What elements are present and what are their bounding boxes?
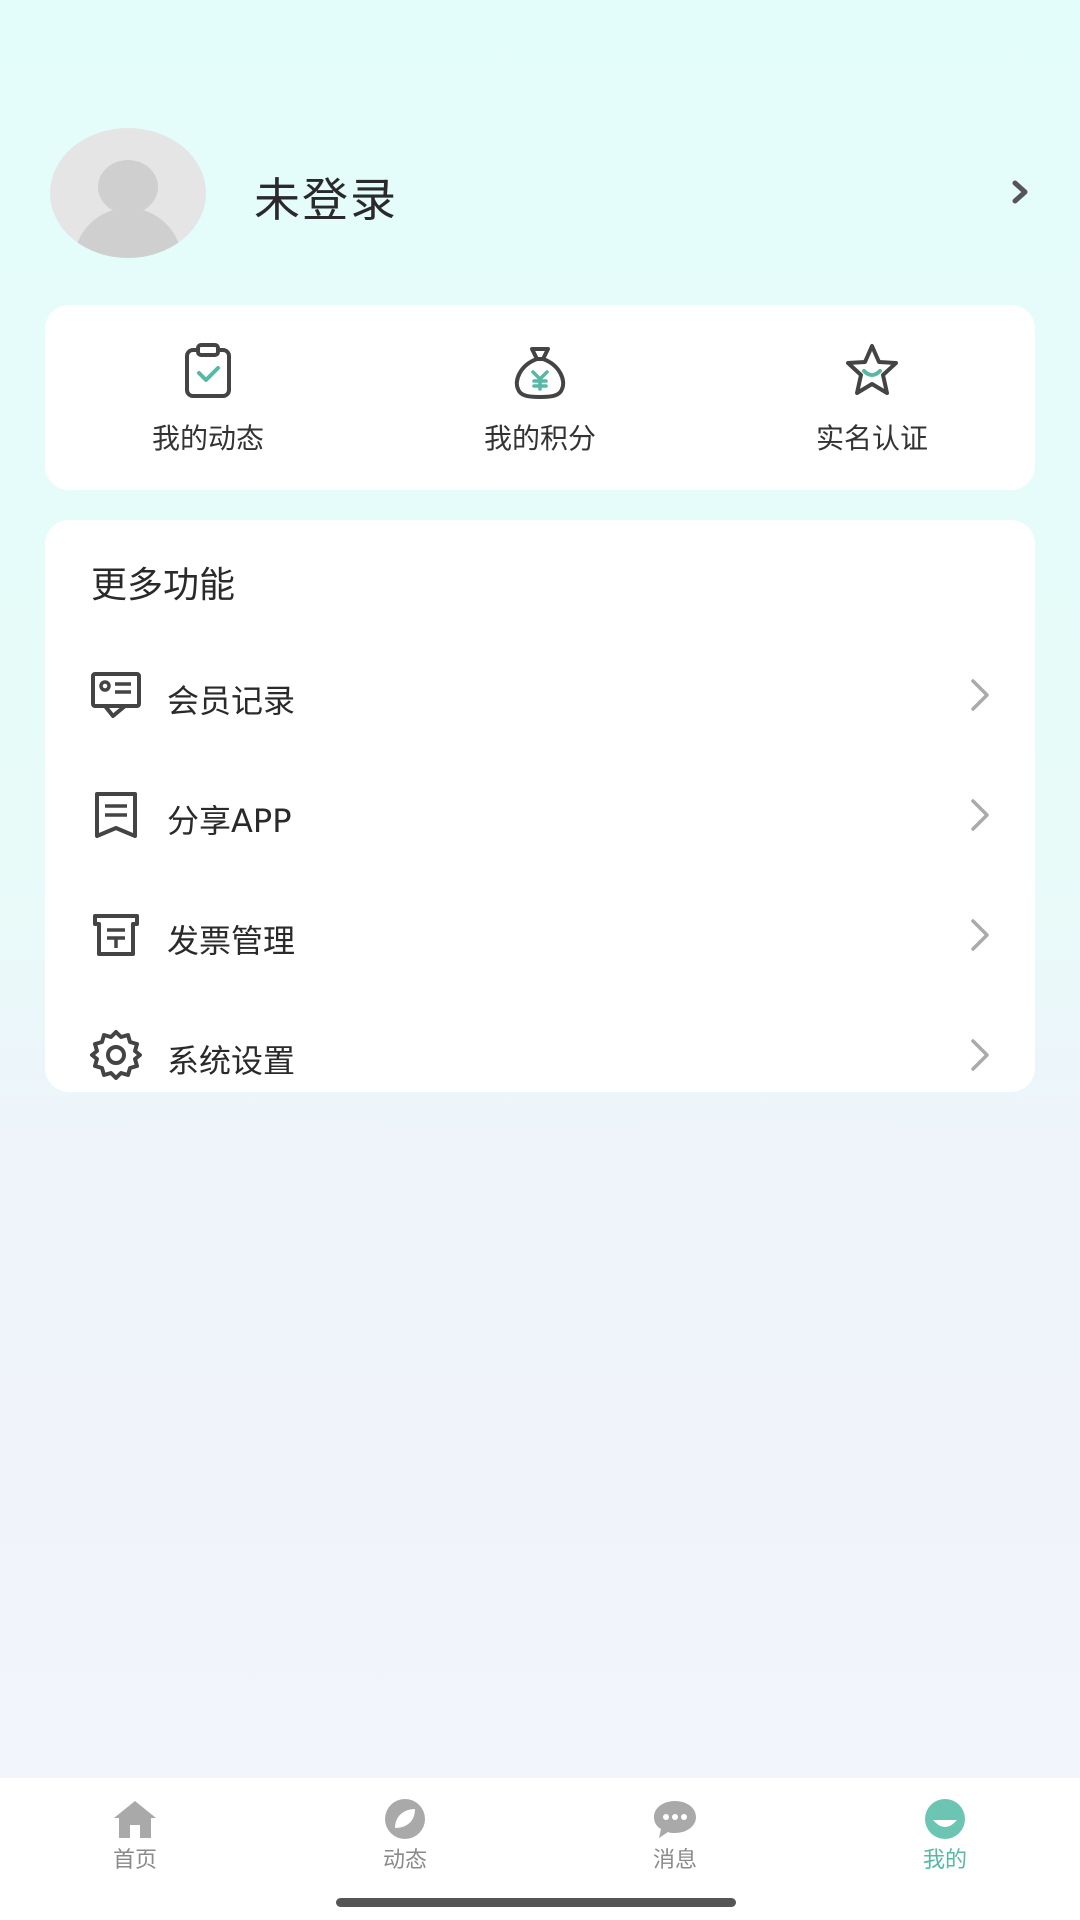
share-document-icon <box>95 792 137 838</box>
menu-item-label: 系统设置 <box>167 1042 296 1080</box>
tab-messages[interactable]: 消息 <box>540 1798 810 1888</box>
menu-item-label: 会员记录 <box>167 682 296 720</box>
avatar-body <box>74 208 182 258</box>
member-record-icon <box>91 672 141 718</box>
chevron-right-icon <box>971 799 989 831</box>
username-label[interactable]: 未登录 <box>254 164 398 230</box>
home-indicator[interactable] <box>336 1898 736 1907</box>
avatar-placeholder-icon[interactable] <box>50 128 206 258</box>
quick-actions-card: 我的动态 我的积分 实名认证 <box>45 305 1035 490</box>
chevron-right-icon <box>971 919 989 951</box>
money-bag-yen-icon <box>514 347 566 399</box>
tab-label: 首页 <box>112 1848 157 1873</box>
tab-home[interactable]: 首页 <box>0 1798 270 1888</box>
quick-action-label: 实名认证 <box>815 422 928 455</box>
more-functions-card: 更多功能 会员记录 分享APP 发票管理 系统设置 <box>45 520 1035 1092</box>
gear-icon <box>90 1030 142 1080</box>
quick-action-real-name-auth[interactable]: 实名认证 <box>747 305 997 490</box>
chevron-right-icon[interactable] <box>1006 178 1034 206</box>
menu-item-label: 分享APP <box>167 802 292 840</box>
chat-bubble-icon <box>654 1801 696 1838</box>
tab-label: 动态 <box>382 1848 427 1873</box>
clipboard-check-icon <box>185 343 231 398</box>
face-icon <box>925 1799 965 1839</box>
invoice-icon <box>93 914 139 956</box>
leaf-icon <box>385 1799 425 1839</box>
menu-item-system-settings[interactable]: 系统设置 <box>45 1000 1035 1110</box>
quick-action-label: 我的积分 <box>483 422 596 455</box>
menu-item-member-record[interactable]: 会员记录 <box>45 640 1035 750</box>
chevron-right-icon <box>971 1039 989 1071</box>
star-badge-icon <box>846 344 898 395</box>
tab-dynamics[interactable]: 动态 <box>270 1798 540 1888</box>
menu-item-label: 发票管理 <box>167 922 296 960</box>
profile-header[interactable]: 未登录 <box>0 0 1080 300</box>
tab-label: 消息 <box>652 1848 697 1873</box>
menu-item-share-app[interactable]: 分享APP <box>45 760 1035 870</box>
home-icon <box>114 1801 156 1838</box>
chevron-right-icon <box>971 679 989 711</box>
avatar-head <box>98 160 158 214</box>
menu-item-invoice-management[interactable]: 发票管理 <box>45 880 1035 990</box>
section-title: 更多功能 <box>91 565 236 606</box>
quick-action-label: 我的动态 <box>151 422 264 455</box>
quick-action-my-points[interactable]: 我的积分 <box>415 305 665 490</box>
tab-mine[interactable]: 我的 <box>810 1798 1080 1888</box>
tab-label: 我的 <box>922 1848 967 1873</box>
quick-action-my-dynamics[interactable]: 我的动态 <box>83 305 333 490</box>
